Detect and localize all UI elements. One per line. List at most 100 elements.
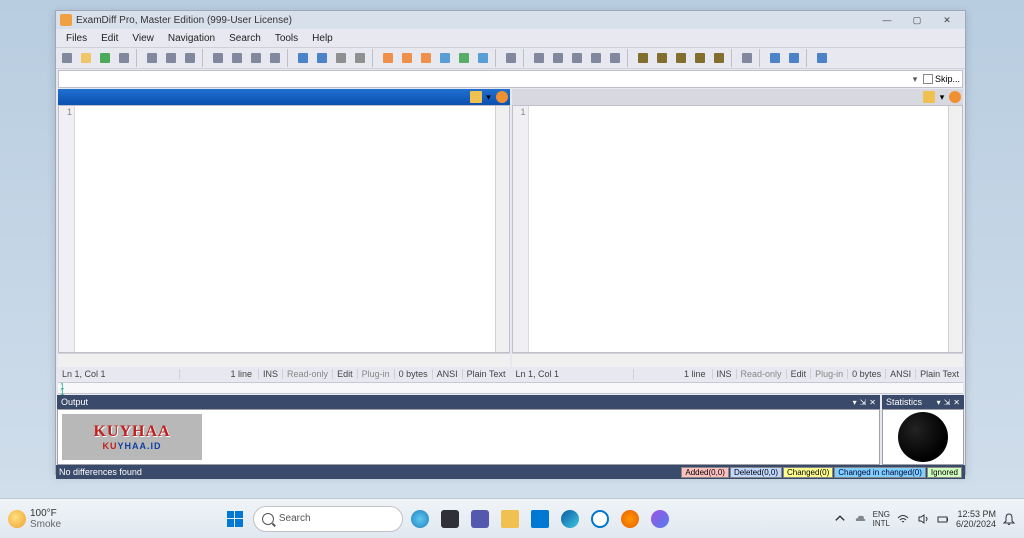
- copilot-icon[interactable]: [407, 506, 433, 532]
- left-pane-header[interactable]: ▾: [58, 89, 510, 105]
- left-dropdown-icon[interactable]: ▾: [483, 91, 495, 103]
- right-pane-header[interactable]: ▾: [512, 89, 964, 105]
- menu-view[interactable]: View: [126, 32, 160, 45]
- badge-deleted[interactable]: Deleted(0,0): [730, 467, 782, 478]
- right-browse-icon[interactable]: [923, 91, 935, 103]
- right-vscrollbar[interactable]: [948, 106, 962, 352]
- plugins-button[interactable]: [766, 49, 784, 67]
- app-pinned-icon[interactable]: [647, 506, 673, 532]
- left-status-enc: ANSI: [433, 369, 463, 379]
- language-indicator[interactable]: ENGINTL: [873, 510, 890, 528]
- right-status-edit[interactable]: Edit: [787, 369, 812, 379]
- view-over-button[interactable]: [455, 49, 473, 67]
- redo-button[interactable]: [313, 49, 331, 67]
- paste-button[interactable]: [247, 49, 265, 67]
- onedrive-icon[interactable]: [853, 512, 867, 526]
- right-editor[interactable]: [529, 106, 949, 352]
- left-vscrollbar[interactable]: [495, 106, 509, 352]
- all-diffs-button[interactable]: [474, 49, 492, 67]
- weather-widget[interactable]: 100°F Smoke: [0, 508, 69, 530]
- align-center-button[interactable]: [587, 49, 605, 67]
- edge-icon[interactable]: [557, 506, 583, 532]
- help-button[interactable]: [813, 49, 831, 67]
- undo-button[interactable]: [294, 49, 312, 67]
- view-left-button[interactable]: [398, 49, 416, 67]
- save-button[interactable]: [96, 49, 114, 67]
- stats-dropdown-icon[interactable]: ▾: [937, 398, 941, 407]
- sync-scroll-button[interactable]: [530, 49, 548, 67]
- left-refresh-icon[interactable]: [496, 91, 508, 103]
- badge-ignored[interactable]: Ignored: [927, 467, 962, 478]
- next-diff-button[interactable]: [672, 49, 690, 67]
- notifications-icon[interactable]: [1002, 512, 1016, 526]
- save-right-button[interactable]: [162, 49, 180, 67]
- wifi-icon[interactable]: [896, 512, 910, 526]
- menu-help[interactable]: Help: [306, 32, 339, 45]
- left-status-plugin[interactable]: Plug-in: [358, 369, 395, 379]
- view-right-button[interactable]: [417, 49, 435, 67]
- path-input[interactable]: [59, 74, 909, 85]
- new-compare-button[interactable]: [58, 49, 76, 67]
- right-hscrollbar[interactable]: [512, 353, 964, 367]
- align-left-button[interactable]: [549, 49, 567, 67]
- diff-ruler[interactable]: 1 1: [58, 382, 963, 394]
- left-status-edit[interactable]: Edit: [333, 369, 358, 379]
- output-close-icon[interactable]: ✕: [869, 398, 876, 407]
- menu-navigation[interactable]: Navigation: [162, 32, 221, 45]
- curr-diff-button[interactable]: [710, 49, 728, 67]
- close-button[interactable]: ✕: [933, 13, 961, 27]
- view-both-button[interactable]: [436, 49, 454, 67]
- save-all-button[interactable]: [115, 49, 133, 67]
- badge-added[interactable]: Added(0,0): [681, 467, 729, 478]
- open-button[interactable]: [77, 49, 95, 67]
- minimize-button[interactable]: —: [873, 13, 901, 27]
- prev-diff-button[interactable]: [653, 49, 671, 67]
- find-button[interactable]: [266, 49, 284, 67]
- copy-button[interactable]: [228, 49, 246, 67]
- cut-button[interactable]: [209, 49, 227, 67]
- print-button[interactable]: [181, 49, 199, 67]
- tray-chevron-icon[interactable]: [833, 512, 847, 526]
- left-browse-icon[interactable]: [470, 91, 482, 103]
- save-left-button[interactable]: [143, 49, 161, 67]
- output-pin-icon[interactable]: ⇲: [860, 398, 867, 407]
- align-right-button[interactable]: [568, 49, 586, 67]
- bookmark-button[interactable]: [738, 49, 756, 67]
- last-diff-button[interactable]: [691, 49, 709, 67]
- left-hscrollbar[interactable]: [58, 353, 510, 367]
- menu-edit[interactable]: Edit: [95, 32, 124, 45]
- start-button[interactable]: [221, 505, 249, 533]
- right-refresh-icon[interactable]: [949, 91, 961, 103]
- menu-search[interactable]: Search: [223, 32, 267, 45]
- battery-icon[interactable]: [936, 512, 950, 526]
- prev-button[interactable]: [332, 49, 350, 67]
- dell-icon[interactable]: [587, 506, 613, 532]
- menu-tools[interactable]: Tools: [269, 32, 304, 45]
- stats-pin-icon[interactable]: ⇲: [944, 398, 951, 407]
- lock-button[interactable]: [606, 49, 624, 67]
- left-editor[interactable]: [75, 106, 495, 352]
- skip-checkbox[interactable]: [923, 74, 933, 84]
- task-view-icon[interactable]: [437, 506, 463, 532]
- menu-files[interactable]: Files: [60, 32, 93, 45]
- taskbar-search[interactable]: Search: [253, 506, 403, 532]
- clock[interactable]: 12:53 PM6/20/2024: [956, 509, 996, 529]
- mail-icon[interactable]: [527, 506, 553, 532]
- right-dropdown-icon[interactable]: ▾: [936, 91, 948, 103]
- volume-icon[interactable]: [916, 512, 930, 526]
- firefox-icon[interactable]: [617, 506, 643, 532]
- view-side-button[interactable]: [379, 49, 397, 67]
- right-status-plugin[interactable]: Plug-in: [811, 369, 848, 379]
- next-button[interactable]: [351, 49, 369, 67]
- badge-changed-in-changed[interactable]: Changed in changed(0): [834, 467, 926, 478]
- path-dropdown-icon[interactable]: ▾: [909, 73, 921, 85]
- output-dropdown-icon[interactable]: ▾: [853, 398, 857, 407]
- teams-icon[interactable]: [467, 506, 493, 532]
- maximize-button[interactable]: ▢: [903, 13, 931, 27]
- badge-changed[interactable]: Changed(0): [783, 467, 833, 478]
- first-diff-button[interactable]: [634, 49, 652, 67]
- file-explorer-icon[interactable]: [497, 506, 523, 532]
- stats-close-icon[interactable]: ✕: [953, 398, 960, 407]
- swap-button[interactable]: [502, 49, 520, 67]
- options-button[interactable]: [785, 49, 803, 67]
